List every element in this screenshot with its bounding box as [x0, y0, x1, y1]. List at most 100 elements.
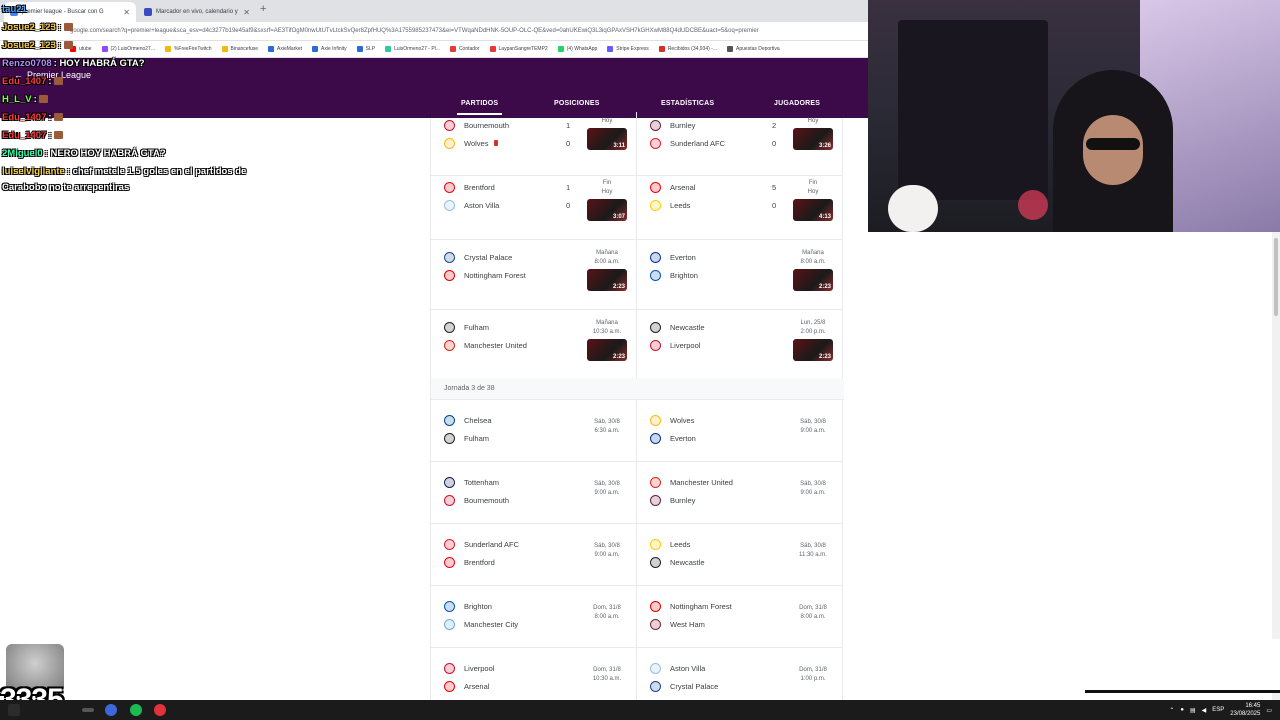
match-card[interactable]: Wolves Everton Sáb, 30/8 9:00 a.m. [637, 400, 843, 462]
team[interactable]: Wolves [650, 415, 694, 426]
chat-username[interactable]: 2Miguel0 [2, 148, 43, 159]
team[interactable]: Arsenal [444, 681, 489, 692]
notification-icon[interactable]: ▭ [1266, 707, 1272, 714]
browser-tab[interactable]: Marcador en vivo, calendario y ✕ [138, 2, 256, 22]
team[interactable]: Sunderland AFC [650, 138, 725, 149]
match-card[interactable]: Crystal Palace Nottingham Forest Mañana 8:0… [431, 240, 637, 310]
chat-username[interactable]: tau21 [2, 4, 27, 15]
bookmark-item[interactable]: SLP [356, 46, 375, 52]
new-tab-icon[interactable]: + [260, 3, 266, 15]
chrome-icon[interactable] [105, 704, 117, 716]
bookmark-item[interactable]: LuisOrmeno27 - Pl... [385, 46, 440, 52]
team[interactable]: Manchester United [444, 340, 527, 351]
tab-partidos[interactable]: PARTIDOS [456, 100, 503, 115]
team[interactable]: Leeds [650, 200, 690, 211]
team[interactable]: Aston Villa [650, 663, 705, 674]
team[interactable]: Fulham [444, 322, 489, 333]
team[interactable]: Arsenal [650, 182, 695, 193]
team[interactable]: Nottingham Forest [444, 270, 526, 281]
bookmark-item[interactable]: AxieMarket [268, 46, 302, 52]
volume-icon[interactable]: ◀ [1202, 707, 1207, 714]
match-card[interactable]: Burnley Sunderland AFC 2 0 Hoy 3:26 [637, 112, 843, 176]
bookmark-item[interactable]: Binancefuse [221, 46, 258, 52]
scrollbar[interactable] [1272, 232, 1280, 700]
team[interactable]: Brentford [444, 557, 495, 568]
bookmark-item[interactable]: %FreeFireTwitch [164, 46, 212, 52]
highlight-video-thumbnail[interactable]: 2:23 [793, 269, 833, 291]
match-card[interactable]: Sunderland AFC Brentford Sáb, 30/8 9:00 a.m… [431, 524, 637, 586]
chat-username[interactable]: Renzo0708 [2, 58, 52, 69]
tab-estadisticas[interactable]: ESTADÍSTICAS [661, 100, 714, 107]
team[interactable]: Manchester City [444, 619, 518, 630]
team[interactable]: Liverpool [650, 340, 700, 351]
bookmark-item[interactable]: utube [70, 46, 92, 52]
team[interactable]: Crystal Palace [650, 681, 718, 692]
bookmark-item[interactable]: Contador [449, 46, 480, 52]
chat-username[interactable]: Josue2_123 [2, 22, 56, 33]
team[interactable]: Bournemouth [444, 495, 509, 506]
bookmark-item[interactable]: Apuestas Deportiva [727, 46, 780, 52]
team[interactable]: West Ham [650, 619, 705, 630]
chat-username[interactable]: Edu_1407 [2, 112, 46, 123]
chevron-up-icon[interactable]: ⌃ [1169, 707, 1174, 714]
team[interactable]: Leeds [650, 539, 690, 550]
tab-posiciones[interactable]: POSICIONES [554, 100, 600, 107]
team[interactable]: Manchester United [650, 477, 733, 488]
bookmark-item[interactable]: Axie Infinity [312, 46, 347, 52]
match-card[interactable]: Arsenal Leeds 5 0 Fin Hoy 4:13 [637, 170, 843, 240]
scrollbar-thumb[interactable] [1274, 238, 1278, 316]
team[interactable]: Burnley [650, 495, 695, 506]
start-icon[interactable] [8, 704, 20, 716]
team[interactable]: Sunderland AFC [444, 539, 519, 550]
match-card[interactable]: Brighton Manchester City Dom, 31/8 8:00 a.m… [431, 586, 637, 648]
team[interactable]: Crystal Palace [444, 252, 512, 263]
bookmark-item[interactable]: Recibidos (34,934) -... [658, 46, 717, 52]
team[interactable]: Wolves [444, 138, 488, 149]
bookmark-item[interactable]: Stripe Express [607, 46, 649, 52]
address-bar[interactable]: google.com/search?q=premier+league&sca_e… [0, 22, 868, 41]
team[interactable]: Tottenham [444, 477, 499, 488]
chat-username[interactable]: Edu_1407 [2, 130, 46, 141]
clock[interactable]: 16:45 23/08/2025 [1230, 702, 1260, 718]
match-card[interactable]: Nottingham Forest West Ham Dom, 31/8 8:00 a… [637, 586, 843, 648]
highlight-video-thumbnail[interactable]: 3:26 [793, 128, 833, 150]
team[interactable]: Newcastle [650, 322, 705, 333]
highlight-video-thumbnail[interactable]: 4:13 [793, 199, 833, 221]
close-tab-icon[interactable]: ✕ [243, 8, 250, 17]
team[interactable]: Brentford [444, 182, 495, 193]
match-card[interactable]: Chelsea Fulham Sáb, 30/8 6:30 a.m. [431, 400, 637, 462]
taskview-icon[interactable] [82, 708, 94, 712]
highlight-video-thumbnail[interactable]: 3:07 [587, 199, 627, 221]
match-card[interactable]: Fulham Manchester United Mañana 10:30 a.m. 2… [431, 310, 637, 380]
team[interactable]: Burnley [650, 120, 695, 131]
language-indicator[interactable]: ESP [1212, 707, 1224, 713]
spotify-icon[interactable] [130, 704, 142, 716]
team[interactable]: Newcastle [650, 557, 705, 568]
close-tab-icon[interactable]: ✕ [123, 8, 130, 17]
team[interactable]: Bournemouth [444, 120, 509, 131]
bookmark-item[interactable]: (2) LuisOrmeno27... [101, 46, 155, 52]
team[interactable]: Brighton [444, 601, 492, 612]
bookmark-item[interactable]: LaypanSangreTEMP2 [489, 46, 548, 52]
match-card[interactable]: Everton Brighton Mañana 8:00 a.m. 2:23 [637, 240, 843, 310]
match-card[interactable]: Bournemouth Wolves 1 0 Hoy 3:11 [431, 112, 637, 176]
team[interactable]: Chelsea [444, 415, 492, 426]
match-card[interactable]: Tottenham Bournemouth Sáb, 30/8 9:00 a.m. [431, 462, 637, 524]
highlight-video-thumbnail[interactable]: 2:23 [793, 339, 833, 361]
chat-username[interactable]: Josue2_123 [2, 40, 56, 51]
team[interactable]: Fulham [444, 433, 489, 444]
highlight-video-thumbnail[interactable]: 2:23 [587, 339, 627, 361]
network-icon[interactable]: ▤ [1190, 707, 1196, 714]
highlight-video-thumbnail[interactable]: 2:23 [587, 269, 627, 291]
chat-username[interactable]: Edu_1407 [2, 76, 46, 87]
highlight-video-thumbnail[interactable]: 3:11 [587, 128, 627, 150]
match-card[interactable]: Leeds Newcastle Sáb, 30/8 11:30 a.m. [637, 524, 843, 586]
match-card[interactable]: Newcastle Liverpool Lun, 25/8 2:00 p.m. 2:23 [637, 310, 843, 380]
team[interactable]: Everton [650, 433, 696, 444]
mic-icon[interactable]: ● [1180, 707, 1184, 713]
tab-jugadores[interactable]: JUGADORES [774, 100, 820, 107]
team[interactable]: Everton [650, 252, 696, 263]
chat-username[interactable]: H_L_V [2, 94, 32, 105]
team[interactable]: Aston Villa [444, 200, 499, 211]
team[interactable]: Liverpool [444, 663, 494, 674]
